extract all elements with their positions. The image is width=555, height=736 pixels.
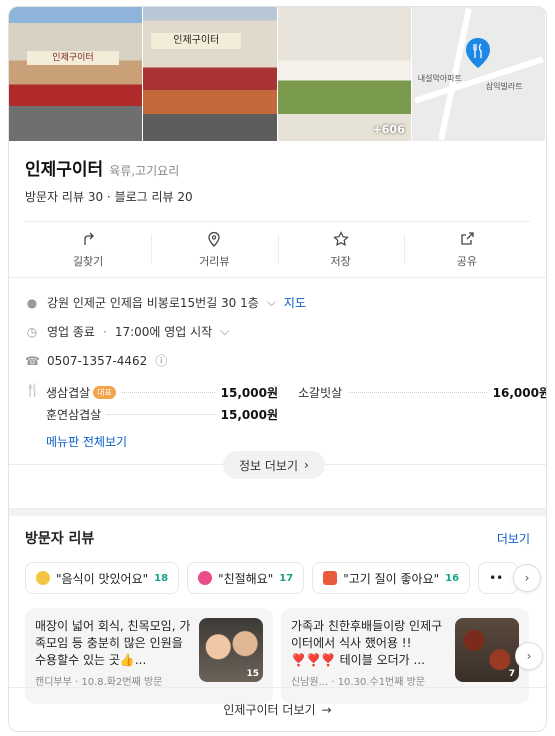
action-label: 거리뷰 bbox=[199, 254, 230, 268]
footer-more-button[interactable]: 인제구이터 더보기 → bbox=[9, 687, 546, 731]
keyword-chip[interactable]: "음식이 맛있어요" 18 bbox=[25, 562, 180, 594]
map-label: 삼익빌라트 bbox=[485, 82, 523, 91]
view-full-menu-link[interactable]: 메뉴판 전체보기 bbox=[46, 433, 530, 450]
keyword-chips: "음식이 맛있어요" 18 "친절해요" 17 "고기 질이 좋아요" 16 •… bbox=[9, 548, 546, 596]
reviews-more-link[interactable]: 더보기 bbox=[497, 530, 530, 547]
menu-section: 🍴 생삼겹살 대표 15,000원 소갈빗살 16,000원 훈연삼겹살 15,… bbox=[25, 381, 546, 450]
info-section: ● 강원 인제군 인제읍 비봉로15번길 30 1층 ⌵ 지도 ◷ 영업 종료 … bbox=[9, 277, 546, 450]
chip-text: "고기 질이 좋아요" bbox=[343, 571, 440, 586]
smile-emoji-icon bbox=[36, 571, 50, 585]
interior-photo[interactable]: +606 bbox=[277, 7, 411, 141]
more-info-label: 정보 더보기 bbox=[239, 458, 299, 473]
section-divider bbox=[9, 508, 546, 516]
storefront-photo[interactable]: 인제구이터 bbox=[9, 7, 143, 141]
photo-count: 7 bbox=[508, 669, 515, 679]
chevron-down-icon[interactable]: ⌵ bbox=[267, 295, 276, 310]
review-body: 가족과 친한후배들이랑 인제구이터에서 식사 했어용 !! ❣️❣️❣️ 테이블… bbox=[291, 619, 443, 667]
chevron-right-icon: › bbox=[304, 458, 309, 472]
menu-price: 15,000원 bbox=[220, 385, 278, 400]
map-label: 내설악아파트 bbox=[417, 74, 462, 83]
menu-name: 훈연삼겹살 bbox=[46, 407, 102, 422]
place-name[interactable]: 인제구이터 bbox=[25, 155, 103, 180]
reviews-title: 방문자 리뷰 bbox=[25, 531, 95, 547]
chip-count: 18 bbox=[154, 572, 169, 584]
menu-price: 16,000원 bbox=[492, 385, 547, 400]
store-sign: 인제구이터 bbox=[27, 51, 119, 65]
mini-map[interactable]: 내설악아파트 삼익빌라트 bbox=[411, 7, 545, 141]
map-pin-icon bbox=[465, 38, 490, 68]
address-text: 강원 인제군 인제읍 비봉로15번길 30 1층 bbox=[47, 296, 259, 310]
star-icon bbox=[332, 230, 349, 246]
chip-count: 17 bbox=[279, 572, 294, 584]
review-photo[interactable]: 7 bbox=[455, 618, 519, 682]
action-label: 공유 bbox=[456, 254, 477, 268]
action-bar: 길찾기 거리뷰 저장 공유 bbox=[25, 221, 530, 277]
menu-item[interactable]: 소갈빗살 16,000원 bbox=[298, 381, 547, 403]
signature-badge: 대표 bbox=[93, 385, 116, 399]
place-header: 인제구이터 육류,고기요리 방문자 리뷰 30 · 블로그 리뷰 20 bbox=[9, 141, 546, 205]
menu-price: 15,000원 bbox=[220, 407, 278, 422]
menu-icon: 🍴 bbox=[25, 383, 40, 397]
info-icon[interactable]: ⓘ bbox=[155, 352, 167, 369]
chip-count: 16 bbox=[445, 572, 460, 584]
storefront-photo[interactable]: 인제구이터 bbox=[143, 7, 277, 141]
phone-row: ☎ 0507-1357-4462 ⓘ bbox=[25, 346, 530, 375]
blog-reviews-link[interactable]: 블로그 리뷰 20 bbox=[115, 190, 193, 204]
more-info-wrap: 정보 더보기 › bbox=[9, 451, 546, 506]
photo-count-badge: +606 bbox=[372, 123, 405, 136]
keyword-chip[interactable]: "고기 질이 좋아요" 16 bbox=[312, 562, 471, 594]
directions-icon bbox=[84, 232, 95, 245]
street-view-button[interactable]: 거리뷰 bbox=[151, 222, 277, 277]
visitor-reviews-link[interactable]: 방문자 리뷰 30 bbox=[25, 190, 103, 204]
street-view-icon bbox=[208, 231, 221, 247]
share-icon bbox=[461, 231, 474, 245]
address-row: ● 강원 인제군 인제읍 비봉로15번길 30 1층 ⌵ 지도 bbox=[25, 288, 530, 317]
map-link[interactable]: 지도 bbox=[284, 294, 306, 311]
review-body: 매장이 넓어 회식, 친목모임, 가족모임 등 충분히 많은 인원을 수용할수 … bbox=[35, 619, 191, 667]
chevron-down-icon[interactable]: ⌵ bbox=[220, 324, 229, 339]
store-sign: 인제구이터 bbox=[151, 33, 242, 49]
reviews-section: 방문자 리뷰 더보기 "음식이 맛있어요" 18 "친절해요" 17 "고기 질… bbox=[9, 516, 546, 708]
action-label: 저장 bbox=[330, 254, 351, 268]
photo-strip: 인제구이터 인제구이터 +606 내설악아파트 삼익빌라트 bbox=[9, 7, 546, 141]
hours-next: 17:00에 영업 시작 bbox=[114, 325, 213, 339]
place-card: 인제구이터 인제구이터 +606 내설악아파트 삼익빌라트 인제구이터 육류,고… bbox=[8, 6, 547, 732]
chip-text: "음식이 맛있어요" bbox=[56, 571, 149, 586]
menu-name: 소갈빗살 bbox=[298, 385, 343, 400]
keyword-chip[interactable]: "친절해요" 17 bbox=[187, 562, 305, 594]
menu-item[interactable]: 생삼겹살 대표 15,000원 bbox=[46, 381, 278, 403]
separator: · bbox=[103, 190, 115, 204]
hours-row[interactable]: ◷ 영업 종료 · 17:00에 영업 시작 ⌵ bbox=[25, 317, 530, 346]
action-label: 길찾기 bbox=[72, 254, 104, 268]
arrow-right-icon: → bbox=[321, 702, 332, 717]
menu-name: 생삼겹살 bbox=[46, 385, 91, 400]
heart-emoji-icon bbox=[198, 571, 213, 585]
phone-number[interactable]: 0507-1357-4462 bbox=[47, 354, 147, 368]
directions-button[interactable]: 길찾기 bbox=[25, 222, 151, 277]
phone-icon: ☎ bbox=[25, 353, 40, 368]
save-button[interactable]: 저장 bbox=[277, 222, 404, 277]
footer-label: 인제구이터 더보기 bbox=[223, 703, 316, 717]
chips-next-button[interactable]: › bbox=[513, 564, 541, 592]
review-photo[interactable]: 15 bbox=[199, 618, 263, 682]
review-summary: 방문자 리뷰 30 · 블로그 리뷰 20 bbox=[25, 188, 530, 205]
chip-text: "친절해요" bbox=[218, 571, 274, 586]
share-button[interactable]: 공유 bbox=[403, 222, 530, 277]
eyes-emoji-icon: •• bbox=[489, 571, 504, 585]
location-icon: ● bbox=[26, 295, 38, 310]
clock-icon: ◷ bbox=[26, 324, 38, 339]
photo-count: 15 bbox=[246, 669, 259, 679]
meat-emoji-icon bbox=[323, 571, 338, 585]
cards-next-button[interactable]: › bbox=[515, 642, 543, 670]
hours-status: 영업 종료 bbox=[47, 325, 95, 339]
place-category: 육류,고기요리 bbox=[109, 164, 180, 178]
more-info-button[interactable]: 정보 더보기 › bbox=[223, 451, 325, 479]
menu-item[interactable]: 훈연삼겹살 15,000원 bbox=[46, 403, 278, 425]
